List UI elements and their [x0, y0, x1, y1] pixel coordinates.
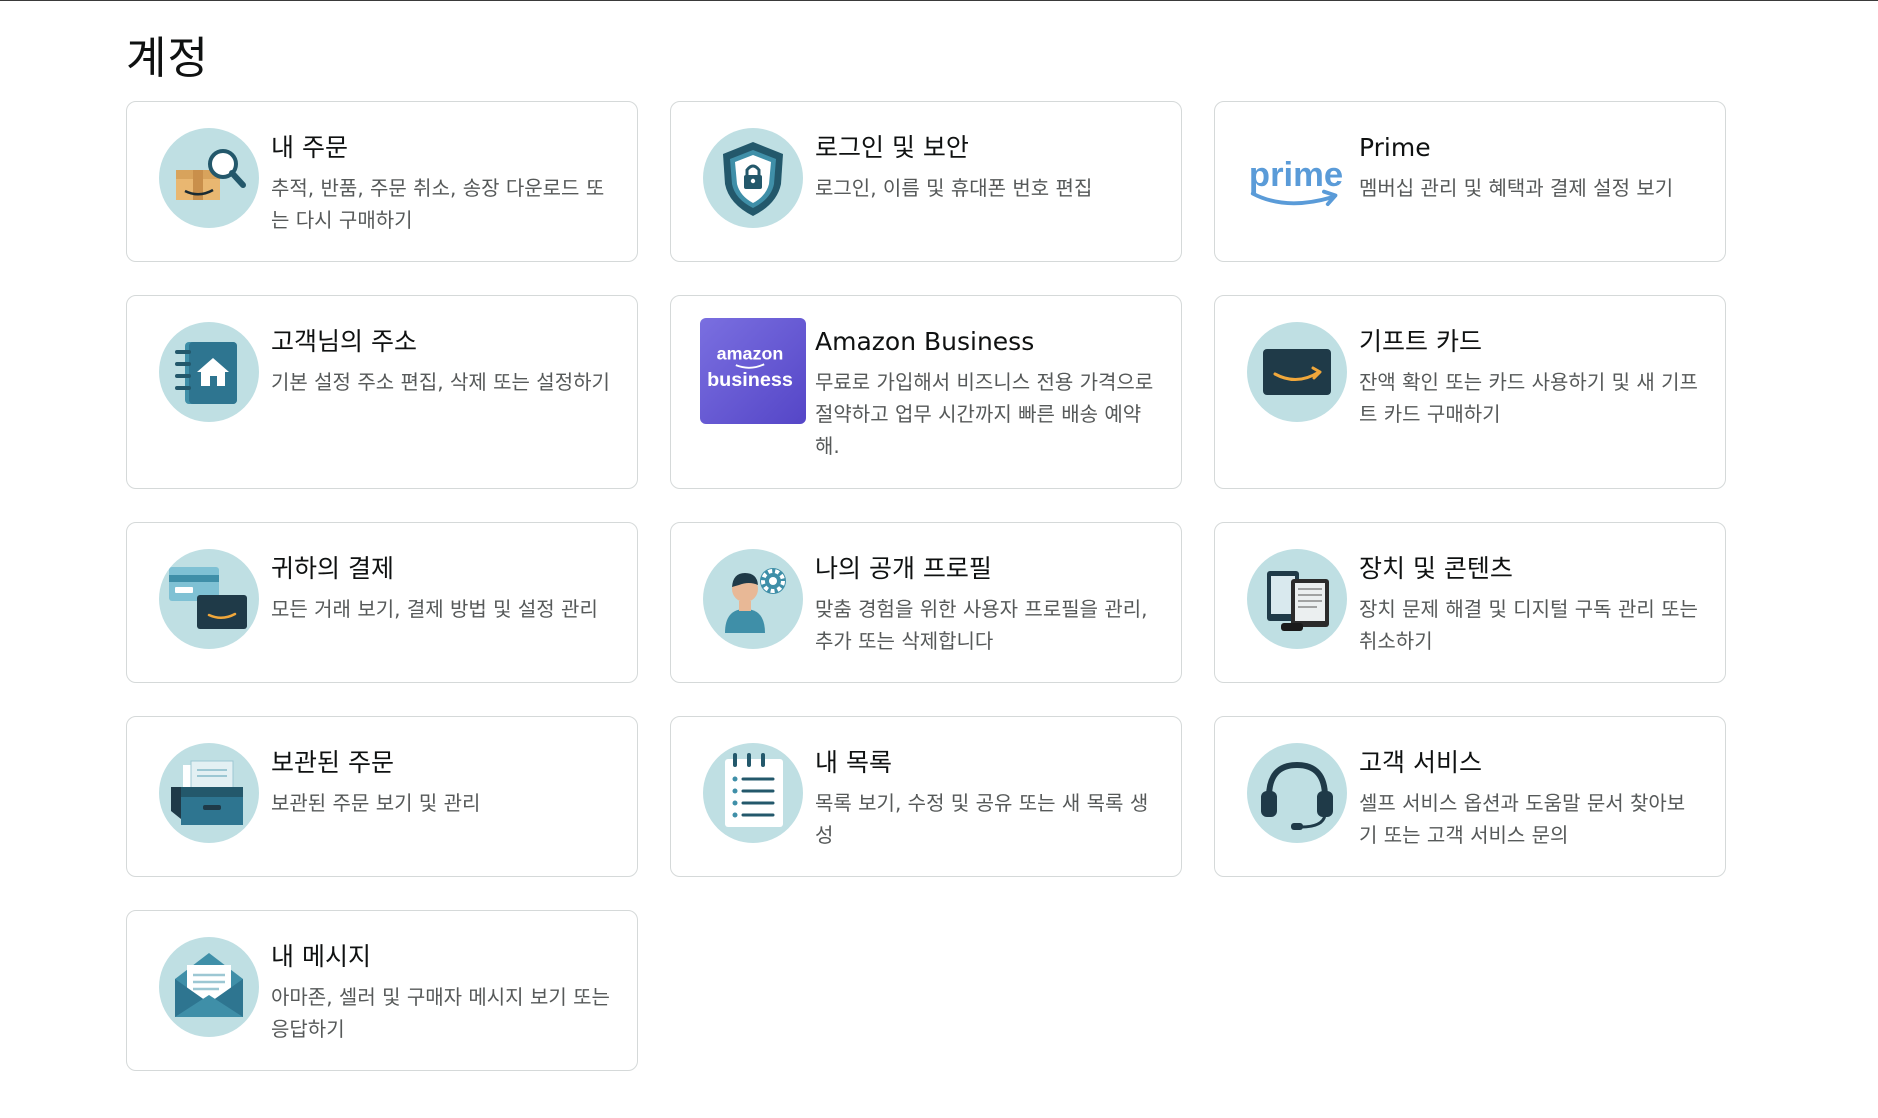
card-description: 장치 문제 해결 및 디지털 구독 관리 또는 취소하기 — [1359, 597, 1698, 653]
card-title: Amazon Business — [815, 327, 1035, 356]
card-customer-service[interactable]: 고객 서비스 셀프 서비스 옵션과 도움말 문서 찾아보기 또는 고객 서비스 … — [1214, 716, 1726, 877]
prime-logo-text: prime — [1249, 156, 1343, 194]
card-amazon-business[interactable]: amazon business Amazon Business 무료로 가입해서… — [670, 295, 1182, 489]
devices-icon — [1247, 549, 1347, 649]
card-title: 귀하의 결제 — [271, 554, 394, 583]
card-description: 멤버십 관리 및 혜택과 결제 설정 보기 — [1359, 176, 1674, 200]
business-logo-line1: amazon — [717, 344, 784, 364]
profile-settings-icon — [703, 549, 803, 649]
archive-box-icon — [159, 743, 259, 843]
card-title: 보관된 주문 — [271, 748, 394, 777]
card-description: 기본 설정 주소 편집, 삭제 또는 설정하기 — [271, 370, 610, 394]
card-your-lists[interactable]: 내 목록 목록 보기, 수정 및 공유 또는 새 목록 생성 — [670, 716, 1182, 877]
amazon-business-logo-icon: amazon business — [700, 318, 806, 424]
card-description: 맞춤 경험을 위한 사용자 프로필을 관리, 추가 또는 삭제합니다 — [815, 597, 1148, 653]
card-description: 모든 거래 보기, 결제 방법 및 설정 관리 — [271, 597, 598, 621]
card-login-security[interactable]: 로그인 및 보안 로그인, 이름 및 휴대폰 번호 편집 — [670, 101, 1182, 262]
card-your-messages[interactable]: 내 메시지 아마존, 셀러 및 구매자 메시지 보기 또는 응답하기 — [126, 910, 638, 1071]
card-title: 기프트 카드 — [1359, 327, 1482, 356]
payment-cards-icon — [159, 549, 259, 649]
card-title: 장치 및 콘텐츠 — [1359, 554, 1513, 583]
card-title: 내 주문 — [271, 133, 348, 162]
card-title: 나의 공개 프로필 — [815, 554, 992, 583]
card-devices-content[interactable]: 장치 및 콘텐츠 장치 문제 해결 및 디지털 구독 관리 또는 취소하기 — [1214, 522, 1726, 683]
card-prime[interactable]: prime Prime 멤버십 관리 및 혜택과 결제 설정 보기 — [1214, 101, 1726, 262]
card-description: 아마존, 셀러 및 구매자 메시지 보기 또는 응답하기 — [271, 985, 610, 1041]
card-title: 고객님의 주소 — [271, 327, 417, 356]
address-book-icon — [159, 322, 259, 422]
card-description: 잔액 확인 또는 카드 사용하기 및 새 기프트 카드 구매하기 — [1359, 370, 1698, 426]
card-your-addresses[interactable]: 고객님의 주소 기본 설정 주소 편집, 삭제 또는 설정하기 — [126, 295, 638, 489]
headset-icon — [1247, 743, 1347, 843]
orders-icon — [159, 128, 259, 228]
card-your-payments[interactable]: 귀하의 결제 모든 거래 보기, 결제 방법 및 설정 관리 — [126, 522, 638, 683]
card-archived-orders[interactable]: 보관된 주문 보관된 주문 보기 및 관리 — [126, 716, 638, 877]
card-title: 로그인 및 보안 — [815, 133, 969, 162]
card-description: 로그인, 이름 및 휴대폰 번호 편집 — [815, 176, 1093, 200]
page-title: 계정 — [126, 33, 209, 84]
card-title: 내 메시지 — [271, 942, 371, 971]
security-shield-icon — [703, 128, 803, 228]
card-title: Prime — [1359, 133, 1431, 162]
card-title: 고객 서비스 — [1359, 748, 1482, 777]
business-logo-line2: business — [707, 369, 793, 391]
card-your-orders[interactable]: 내 주문 추적, 반품, 주문 취소, 송장 다운로드 또는 다시 구매하기 — [126, 101, 638, 262]
card-title: 내 목록 — [815, 748, 892, 777]
list-notepad-icon — [703, 743, 803, 843]
top-divider — [0, 0, 1878, 1]
card-public-profile[interactable]: 나의 공개 프로필 맞춤 경험을 위한 사용자 프로필을 관리, 추가 또는 삭… — [670, 522, 1182, 683]
gift-card-icon — [1247, 322, 1347, 422]
card-description: 목록 보기, 수정 및 공유 또는 새 목록 생성 — [815, 791, 1149, 847]
card-gift-cards[interactable]: 기프트 카드 잔액 확인 또는 카드 사용하기 및 새 기프트 카드 구매하기 — [1214, 295, 1726, 489]
card-description: 추적, 반품, 주문 취소, 송장 다운로드 또는 다시 구매하기 — [271, 176, 605, 232]
card-description: 보관된 주문 보기 및 관리 — [271, 791, 481, 815]
account-card-grid: 내 주문 추적, 반품, 주문 취소, 송장 다운로드 또는 다시 구매하기 로… — [126, 101, 1727, 1104]
envelope-icon — [159, 937, 259, 1037]
prime-logo-icon: prime — [1247, 132, 1351, 212]
card-description: 무료로 가입해서 비즈니스 전용 가격으로 절약하고 업무 시간까지 빠른 배송… — [815, 370, 1154, 458]
card-description: 셀프 서비스 옵션과 도움말 문서 찾아보기 또는 고객 서비스 문의 — [1359, 791, 1686, 847]
